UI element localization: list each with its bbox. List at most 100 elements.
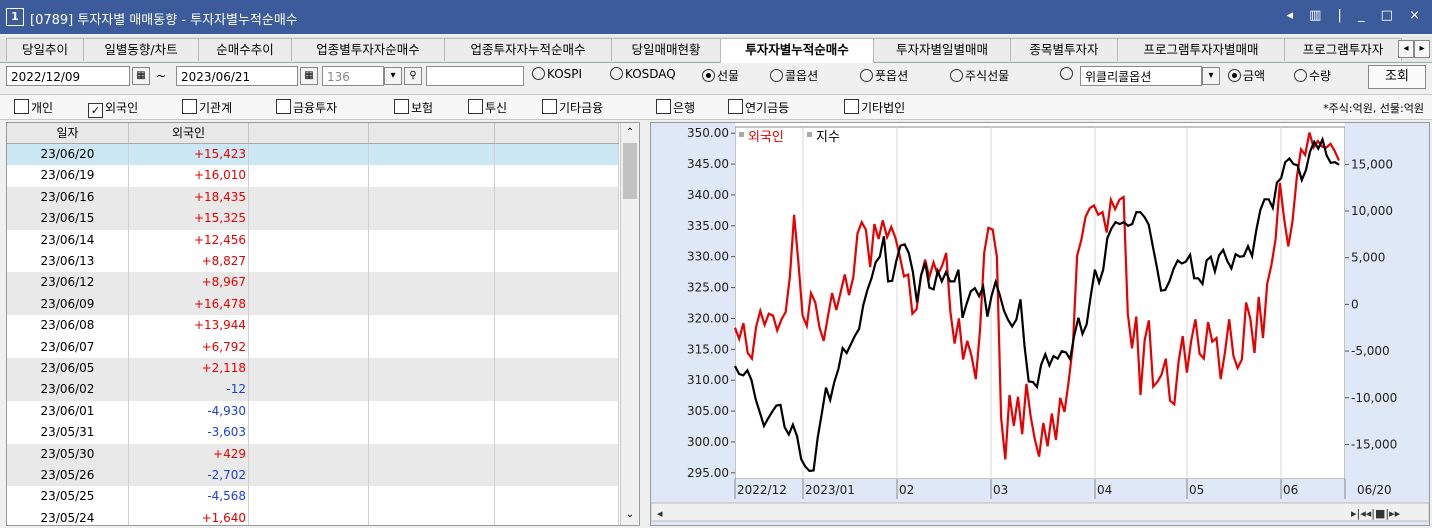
table-row[interactable]: 23/06/08 +13,944: [7, 315, 619, 337]
scroll-down-icon[interactable]: ⌄: [621, 507, 639, 523]
checkbox-label: 기타금융: [559, 101, 604, 115]
cell-date: 23/05/26: [7, 465, 129, 487]
cell-empty: [495, 358, 619, 380]
cell-empty: [495, 422, 619, 444]
tab-10[interactable]: 프로그램투자자: [1284, 38, 1402, 61]
checkbox-fin-invest[interactable]: 금융투자: [276, 99, 337, 116]
cell-foreign: -12: [129, 379, 249, 401]
tab-prev-icon[interactable]: ◂: [1398, 40, 1414, 58]
chevron-down-icon[interactable]: ▾: [1202, 67, 1220, 85]
count-input[interactable]: 136: [322, 66, 384, 86]
radio-futures[interactable]: 선물: [702, 67, 739, 84]
legend-marker: [807, 132, 812, 137]
left-tick-label: 295.00: [687, 466, 729, 480]
checkbox-other-fin[interactable]: 기타금융: [542, 99, 603, 116]
table-row[interactable]: 23/06/19 +16,010: [7, 165, 619, 187]
table-row[interactable]: 23/05/25 -4,568: [7, 486, 619, 508]
radio-dot: [610, 67, 623, 80]
table-row[interactable]: 23/06/07 +6,792: [7, 336, 619, 358]
cell-date: 23/06/09: [7, 293, 129, 316]
checkbox-institution[interactable]: 기관계: [182, 99, 232, 116]
window-title: [0789] 투자자별 매매동향 - 투자자별누적순매수: [30, 13, 298, 28]
left-tick-label: 325.00: [687, 281, 729, 295]
right-tick-label: -5,000: [1351, 344, 1390, 358]
checkbox-pension[interactable]: 연기금등: [728, 99, 789, 116]
radio-put-option[interactable]: 풋옵션: [860, 67, 908, 84]
checkbox-other-corp[interactable]: 기타법인: [844, 99, 905, 116]
radio-stock-futures[interactable]: 주식선물: [950, 67, 1009, 84]
calendar-icon[interactable]: ▦: [132, 67, 150, 85]
table-row[interactable]: 23/06/16 +18,435: [7, 186, 619, 209]
tab-1[interactable]: 일별동향/차트: [83, 38, 199, 61]
tab-7[interactable]: 투자자별일별매매: [873, 38, 1011, 61]
tab-3[interactable]: 업종별투자자순매수: [291, 38, 445, 61]
table-row[interactable]: 23/05/26 -2,702: [7, 465, 619, 487]
radio-label: 수량: [1309, 69, 1332, 83]
checkbox-bank[interactable]: 은행: [656, 99, 695, 116]
weekly-option-select[interactable]: 위클리콜옵션: [1080, 66, 1202, 86]
tab-next-icon[interactable]: ▸: [1414, 40, 1430, 58]
table-row[interactable]: 23/06/15 +15,325: [7, 208, 619, 230]
tab-6[interactable]: 투자자별누적순매수: [720, 38, 874, 63]
tab-0[interactable]: 당일추이: [6, 38, 84, 61]
checkbox-foreign[interactable]: ✓ 외국인: [88, 99, 138, 118]
cell-foreign: +13,944: [129, 315, 249, 337]
checkbox-label: 개인: [31, 101, 54, 115]
chevron-down-icon[interactable]: ▾: [384, 67, 402, 85]
tab-2[interactable]: 순매수추이: [198, 38, 292, 61]
tab-8[interactable]: 종목별투자자: [1010, 38, 1118, 61]
lookup-button[interactable]: 조회: [1368, 65, 1426, 89]
tab-9[interactable]: 프로그램투자자별매매: [1117, 38, 1285, 61]
radio-kosdaq[interactable]: KOSDAQ: [610, 67, 676, 81]
cell-foreign: +429: [129, 443, 249, 465]
x-tick-label: 05: [1189, 483, 1204, 497]
table-row[interactable]: 23/06/13 +8,827: [7, 251, 619, 273]
radio-weekly[interactable]: [1060, 67, 1075, 81]
scroll-up-icon[interactable]: ⌃: [621, 125, 639, 141]
table-row[interactable]: 23/05/31 -3,603: [7, 422, 619, 444]
checkbox-trust[interactable]: 투신: [468, 99, 507, 116]
left-axis-band: [651, 123, 735, 479]
cell-empty: [249, 443, 369, 465]
end-date-input[interactable]: 2023/06/21: [176, 66, 298, 86]
checkbox-label: 기타법인: [861, 101, 906, 115]
table-row[interactable]: 23/06/01 -4,930: [7, 400, 619, 423]
checkbox-individual[interactable]: 개인: [14, 99, 53, 116]
checkbox-label: 은행: [673, 101, 696, 115]
table-row[interactable]: 23/06/12 +8,967: [7, 272, 619, 294]
vertical-scrollbar[interactable]: ⌃ ⌄: [620, 123, 639, 525]
calendar-icon[interactable]: ▦: [300, 67, 318, 85]
search-icon[interactable]: ⚲: [404, 67, 422, 85]
radio-quantity[interactable]: 수량: [1294, 67, 1331, 84]
tab-5[interactable]: 당일매매현황: [611, 38, 721, 61]
radio-label: 금액: [1243, 69, 1266, 83]
cell-empty: [249, 229, 369, 251]
cell-foreign: +12,456: [129, 229, 249, 251]
table-row[interactable]: 23/06/09 +16,478: [7, 293, 619, 316]
legend-label: 외국인: [748, 130, 784, 145]
cell-empty: [369, 315, 495, 337]
table-row[interactable]: 23/06/05 +2,118: [7, 358, 619, 380]
header-foreign[interactable]: 외국인: [129, 123, 249, 143]
cell-empty: [249, 400, 369, 423]
code-input[interactable]: [426, 66, 524, 86]
table-row[interactable]: 23/06/02 -12: [7, 379, 619, 401]
scroll-thumb[interactable]: [623, 143, 637, 199]
cell-empty: [495, 379, 619, 401]
start-date-input[interactable]: 2022/12/09: [6, 66, 130, 86]
radio-amount[interactable]: 금액: [1228, 67, 1265, 84]
table-row[interactable]: 23/05/30 +429: [7, 443, 619, 465]
cell-empty: [495, 465, 619, 487]
tab-4[interactable]: 업종투자자누적순매수: [444, 38, 612, 61]
checkbox-insurance[interactable]: 보험: [394, 99, 433, 116]
radio-call-option[interactable]: 콜옵션: [770, 67, 818, 84]
table-row[interactable]: 23/05/24 +1,640: [7, 507, 619, 525]
header-date[interactable]: 일자: [7, 123, 129, 143]
window-controls[interactable]: ◂ ▥ | _ □ ×: [1286, 8, 1426, 23]
cell-empty: [249, 336, 369, 358]
table-row[interactable]: 23/06/20 +15,423: [7, 144, 619, 166]
chart-panel: 350.00 345.00 340.00 335.00 330.00 325.00 320.…: [650, 122, 1430, 526]
radio-kospi[interactable]: KOSPI: [532, 67, 582, 81]
table-row[interactable]: 23/06/14 +12,456: [7, 229, 619, 251]
cell-empty: [249, 379, 369, 401]
